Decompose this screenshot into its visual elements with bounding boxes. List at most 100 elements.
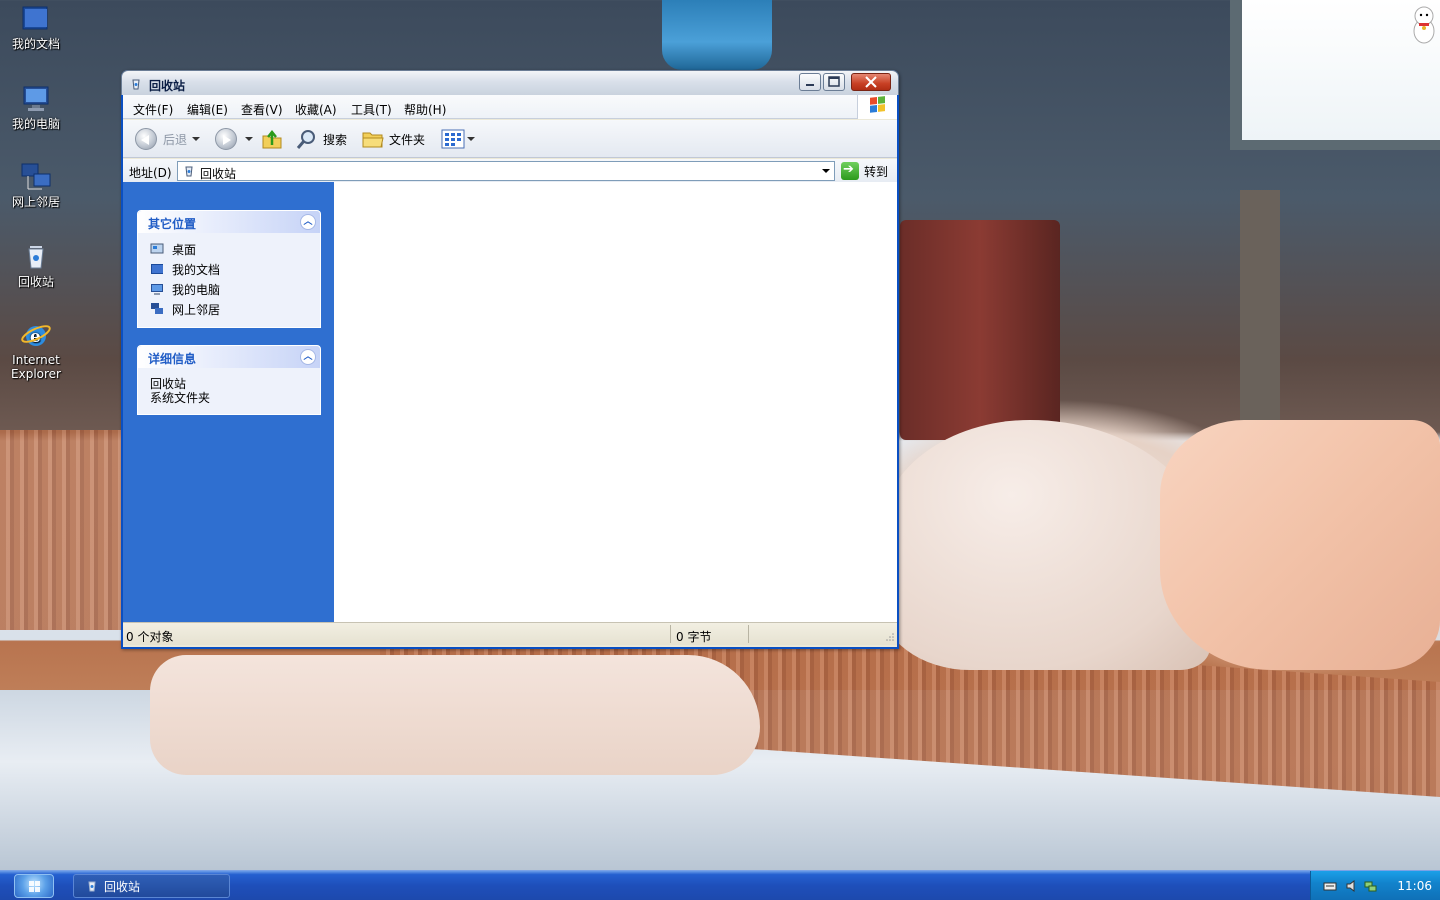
- desktop-icon-label: 网上邻居: [11, 195, 60, 209]
- go-arrow-icon: [841, 162, 859, 180]
- task-pane: 其它位置 ︿ 桌面 我的文档 我的电脑 网上邻居 详细信息 ︿ 回收站 系统文件…: [123, 182, 334, 622]
- up-folder-icon: [262, 129, 282, 149]
- recycle-bin-icon: [20, 242, 52, 272]
- window-frame: 文件(F) 编辑(E) 查看(V) 收藏(A) 工具(T) 帮助(H) 后退 搜…: [123, 95, 897, 647]
- folders-button[interactable]: 文件夹: [361, 127, 425, 151]
- collapse-chevron-icon[interactable]: ︿: [300, 349, 316, 365]
- place-link-my-computer[interactable]: 我的电脑: [150, 279, 320, 299]
- menu-file[interactable]: 文件(F): [133, 101, 173, 118]
- back-arrow-icon: [135, 128, 157, 150]
- close-icon: [865, 76, 877, 88]
- other-places-header[interactable]: 其它位置 ︿: [138, 211, 320, 233]
- go-button[interactable]: 转到: [841, 161, 888, 181]
- details-type: 系统文件夹: [150, 391, 211, 405]
- menu-favorites[interactable]: 收藏(A): [295, 101, 337, 118]
- folders-label: 文件夹: [389, 132, 426, 147]
- details-title: 详细信息: [148, 352, 197, 366]
- place-link-label: 我的文档: [172, 262, 221, 277]
- lucky-cat-icon[interactable]: [1410, 4, 1438, 44]
- status-bar: 0 个对象 0 字节: [123, 622, 897, 645]
- menu-help[interactable]: 帮助(H): [404, 101, 446, 118]
- views-grid-icon: [441, 129, 465, 149]
- close-button[interactable]: [851, 73, 891, 91]
- wallpaper-cabinet: [900, 220, 1060, 440]
- up-folder-button[interactable]: [261, 127, 283, 151]
- folder-icon: [362, 132, 384, 148]
- maximize-icon: [828, 76, 840, 87]
- forward-arrow-icon: [215, 128, 237, 150]
- menu-view[interactable]: 查看(V): [241, 101, 283, 118]
- wallpaper-rug-left: [0, 430, 130, 630]
- internet-explorer-icon: e: [20, 320, 52, 350]
- forward-button[interactable]: [215, 127, 253, 151]
- address-value: 回收站: [200, 167, 237, 181]
- other-places-body: 桌面 我的文档 我的电脑 网上邻居: [138, 233, 320, 327]
- menu-bar: 文件(F) 编辑(E) 查看(V) 收藏(A) 工具(T) 帮助(H): [123, 95, 897, 119]
- menu-edit[interactable]: 编辑(E): [187, 101, 228, 118]
- window-title: 回收站: [149, 79, 186, 93]
- desktop-icon-label: Internet Explorer: [11, 353, 61, 381]
- chevron-down-icon: [822, 169, 830, 173]
- desktop-icon-label: 回收站: [17, 275, 54, 289]
- recycle-bin-icon: [183, 165, 195, 180]
- minimize-button[interactable]: [799, 73, 821, 91]
- views-button[interactable]: [441, 127, 475, 151]
- desktop-icon-label: 我的文档: [11, 37, 60, 51]
- system-tray: 11:06: [1310, 871, 1440, 900]
- recycle-bin-window[interactable]: 回收站 文件(F) 编辑(E) 查看(V) 收藏(A) 工具(T) 帮助(H): [121, 70, 899, 649]
- menu-tools[interactable]: 工具(T): [351, 101, 392, 118]
- back-button[interactable]: 后退: [135, 127, 201, 151]
- address-dropdown[interactable]: [818, 162, 834, 180]
- wallpaper-window: [1230, 0, 1440, 150]
- windows-logo-icon: [857, 95, 897, 119]
- desktop-icon-internet-explorer[interactable]: e Internet Explorer: [0, 320, 72, 381]
- wallpaper-lamp: [662, 0, 772, 70]
- folder-documents-icon: [150, 262, 164, 276]
- desktop-icon-network[interactable]: 网上邻居: [0, 162, 72, 209]
- address-bar: 地址(D) 回收站 转到: [123, 159, 897, 183]
- start-button[interactable]: [14, 874, 54, 898]
- volume-icon[interactable]: [1345, 879, 1359, 893]
- place-link-label: 网上邻居: [172, 302, 221, 317]
- place-link-network[interactable]: 网上邻居: [150, 299, 320, 319]
- title-bar[interactable]: 回收站: [121, 70, 899, 95]
- chevron-down-icon: [467, 137, 475, 141]
- status-divider: [748, 625, 749, 643]
- resize-grip-icon[interactable]: [885, 631, 895, 645]
- address-input[interactable]: 回收站: [177, 161, 835, 181]
- collapse-chevron-icon[interactable]: ︿: [300, 214, 316, 230]
- other-places-title: 其它位置: [148, 217, 197, 231]
- recycle-bin-icon: [86, 880, 98, 892]
- chevron-down-icon: [245, 137, 253, 141]
- search-label: 搜索: [323, 132, 348, 147]
- keyboard-icon[interactable]: [1323, 879, 1337, 893]
- details-body: 回收站 系统文件夹: [138, 368, 320, 414]
- recycle-bin-icon: [130, 78, 142, 90]
- taskbar-button-recycle-bin[interactable]: 回收站: [73, 874, 230, 898]
- desktop-icon-label: 我的电脑: [11, 117, 60, 131]
- address-label: 地址(D): [129, 166, 172, 180]
- desktop-icon-recycle-bin[interactable]: 回收站: [0, 242, 72, 289]
- wallpaper-silk: [1160, 420, 1440, 670]
- toolbar: 后退 搜索 文件夹: [123, 120, 897, 158]
- status-divider: [670, 625, 671, 643]
- place-link-my-documents[interactable]: 我的文档: [150, 259, 320, 279]
- clock[interactable]: 11:06: [1397, 879, 1432, 893]
- other-places-panel: 其它位置 ︿ 桌面 我的文档 我的电脑 网上邻居: [137, 210, 321, 328]
- desktop-icon-my-documents[interactable]: 我的文档: [0, 4, 72, 51]
- folder-documents-icon: [20, 4, 52, 34]
- search-button[interactable]: 搜索: [295, 127, 347, 151]
- maximize-button[interactable]: [823, 73, 845, 91]
- file-list-area[interactable]: [334, 182, 897, 622]
- desktop-icon: [150, 242, 164, 256]
- search-icon: [296, 130, 315, 149]
- minimize-icon: [806, 84, 814, 86]
- network-status-icon[interactable]: [1363, 879, 1377, 893]
- wallpaper-arm: [150, 655, 760, 775]
- network-icon: [150, 302, 164, 316]
- desktop-icon-my-computer[interactable]: 我的电脑: [0, 84, 72, 131]
- place-link-desktop[interactable]: 桌面: [150, 239, 320, 259]
- taskbar-button-label: 回收站: [104, 879, 141, 894]
- details-header[interactable]: 详细信息 ︿: [138, 346, 320, 368]
- details-name: 回收站: [150, 377, 187, 391]
